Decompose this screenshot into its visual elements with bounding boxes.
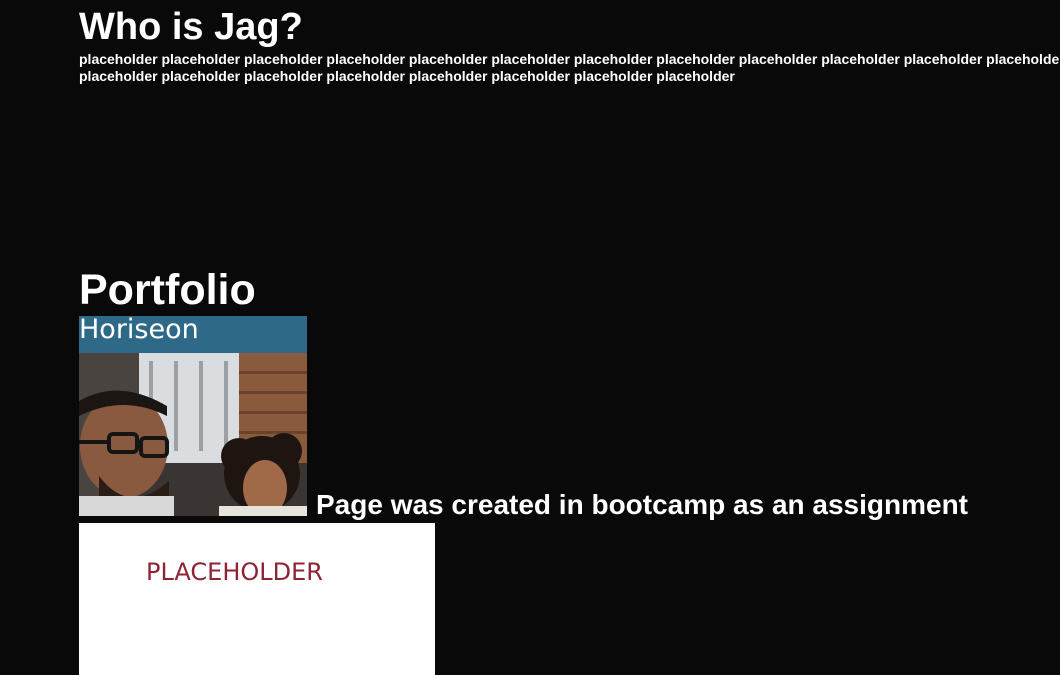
page: Who is Jag? placeholder placeholder plac… [0,0,1060,675]
placeholder-image-text: PLACEHOLDER [146,558,323,586]
horiseon-project-image[interactable]: Horiseon [79,316,307,516]
about-text: placeholder placeholder placeholder plac… [79,51,1060,84]
project-caption: Page was created in bootcamp as an assig… [316,489,968,520]
portfolio-title: Portfolio [79,266,256,314]
horiseon-logo-text: Horiseon [79,316,199,345]
about-title: Who is Jag? [79,6,303,48]
placeholder-project-image[interactable]: PLACEHOLDER [79,523,435,675]
horiseon-photo [79,316,307,516]
